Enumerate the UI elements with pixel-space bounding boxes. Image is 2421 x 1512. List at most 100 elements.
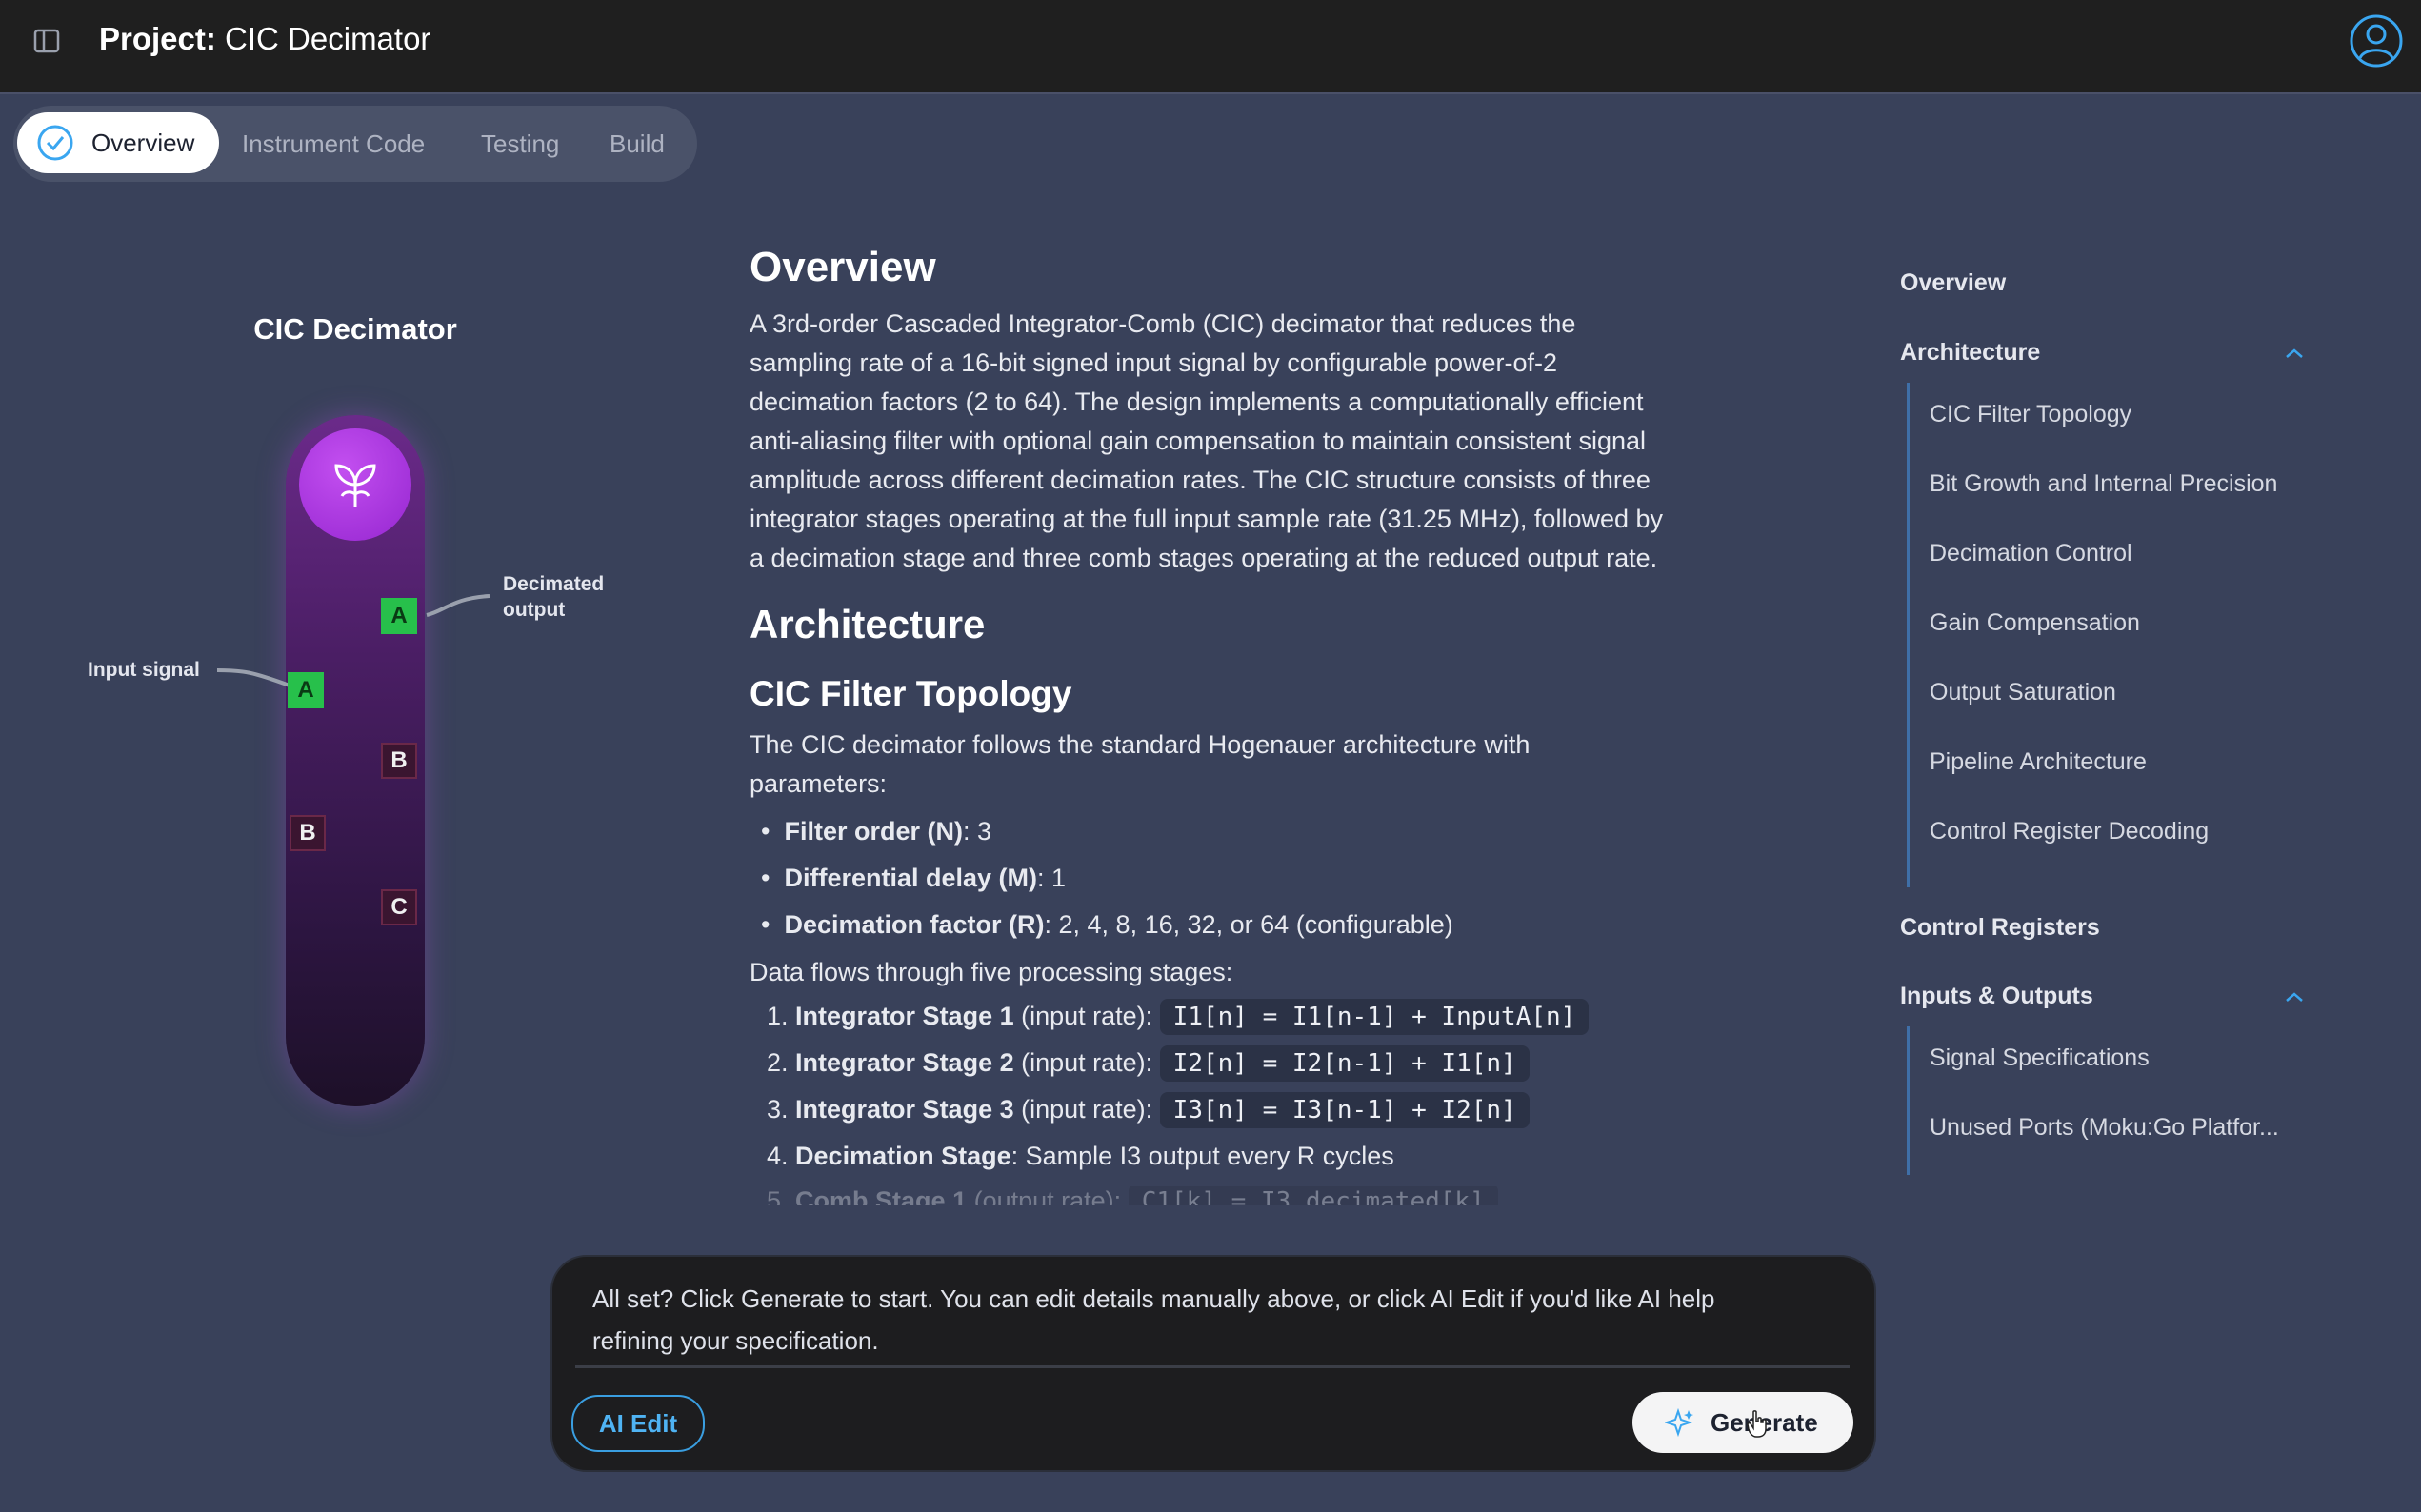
list-item: • Filter order (N): 3 <box>761 817 992 846</box>
paragraph-line: integrator stages operating at the full … <box>750 505 1664 533</box>
decimated-output-label: Decimated output <box>503 571 604 623</box>
toc-item[interactable]: Signal Specifications <box>1930 1044 2150 1072</box>
toc-control-registers[interactable]: Control Registers <box>1900 914 2100 942</box>
tab-bar: Overview Instrument Code Testing Build <box>13 106 697 182</box>
list-item: 5. Comb Stage 1 (output rate): C1[k] = I… <box>767 1186 1498 1205</box>
instrument-logo <box>299 428 411 541</box>
toc-section-line <box>1907 1026 1910 1175</box>
bullet-label: Differential delay (M) <box>784 864 1038 892</box>
stage-label: Decimation Stage <box>795 1142 1011 1170</box>
paragraph-line: decimation factors (2 to 64). The design… <box>750 388 1644 416</box>
check-circle-icon <box>37 125 73 161</box>
stage-rest: (input rate): <box>1013 1095 1160 1124</box>
output-port-b: B <box>381 743 417 779</box>
input-wire <box>216 668 290 687</box>
architecture-heading: Architecture <box>750 602 986 647</box>
stage-number: 2. <box>767 1048 789 1077</box>
topology-heading: CIC Filter Topology <box>750 674 1072 713</box>
stage-number: 4. <box>767 1142 789 1170</box>
output-label-line: output <box>503 599 566 621</box>
list-item: 4. Decimation Stage: Sample I3 output ev… <box>767 1142 1394 1171</box>
output-port-a: A <box>381 598 417 634</box>
toc-overview[interactable]: Overview <box>1900 269 2006 297</box>
toc-inputs-outputs[interactable]: Inputs & Outputs <box>1900 983 2093 1010</box>
stage-code: I2[n] = I2[n-1] + I1[n] <box>1159 1045 1530 1082</box>
tab-instrument-code[interactable]: Instrument Code <box>242 106 425 182</box>
overview-paragraph: A 3rd-order Cascaded Integrator-Comb (CI… <box>750 305 1663 578</box>
paragraph-line: sampling rate of a 16-bit signed input s… <box>750 348 1557 377</box>
toc-architecture[interactable]: Architecture <box>1900 339 2040 367</box>
hand-cursor-icon <box>1747 1410 1767 1438</box>
sparkle-icon <box>1665 1407 1693 1438</box>
project-title: Project: CIC Decimator <box>99 21 430 57</box>
project-name: CIC Decimator <box>225 21 431 56</box>
stage-code: C1[k] = I3_decimated[k] <box>1128 1186 1498 1205</box>
tab-build[interactable]: Build <box>610 106 665 182</box>
tab-testing[interactable]: Testing <box>481 106 559 182</box>
bullet-label: Filter order (N) <box>784 817 963 846</box>
stage-label: Comb Stage 1 <box>795 1186 968 1205</box>
toc-section-line <box>1907 383 1910 887</box>
input-port-b: B <box>290 815 326 851</box>
toc-item[interactable]: Unused Ports (Moku:Go Platfor... <box>1930 1114 2279 1142</box>
stage-rest: (input rate): <box>1013 1048 1160 1077</box>
stage-rest: : Sample I3 output every R cycles <box>1010 1142 1394 1170</box>
paragraph-line: The CIC decimator follows the standard H… <box>750 730 1531 759</box>
paragraph-line: parameters: <box>750 769 888 798</box>
list-item: 1. Integrator Stage 1 (input rate): I1[n… <box>767 999 1590 1035</box>
list-item: • Decimation factor (R): 2, 4, 8, 16, 32… <box>761 910 1453 939</box>
paragraph-line: A 3rd-order Cascaded Integrator-Comb (CI… <box>750 309 1576 338</box>
bullet-value: : 3 <box>962 817 992 846</box>
toc-item[interactable]: Gain Compensation <box>1930 609 2140 637</box>
paragraph-line: a decimation stage and three comb stages… <box>750 544 1658 572</box>
list-item: 2. Integrator Stage 2 (input rate): I2[n… <box>767 1045 1530 1082</box>
toc-item[interactable]: Pipeline Architecture <box>1930 748 2147 776</box>
toc-item[interactable]: Control Register Decoding <box>1930 818 2209 846</box>
sprout-icon <box>334 464 376 507</box>
bullet-value: : 2, 4, 8, 16, 32, or 64 (configurable) <box>1044 910 1453 939</box>
stage-label: Integrator Stage 2 <box>795 1048 1014 1077</box>
prompt-message: All set? Click Generate to start. You ca… <box>592 1278 1831 1362</box>
paragraph-line: amplitude across different decimation ra… <box>750 466 1651 494</box>
stage-rest: (input rate): <box>1013 1002 1160 1030</box>
stage-number: 1. <box>767 1002 789 1030</box>
paragraph-line: anti-aliasing filter with optional gain … <box>750 427 1647 455</box>
tab-overview[interactable]: Overview <box>17 112 219 173</box>
project-prefix: Project: <box>99 21 216 56</box>
tab-label: Overview <box>91 129 195 157</box>
generate-button[interactable]: Generate <box>1632 1392 1853 1453</box>
chevron-up-icon[interactable] <box>2284 347 2305 360</box>
prompt-line: refining your specification. <box>592 1326 879 1355</box>
output-wire <box>426 594 490 617</box>
bullet-value: : 1 <box>1037 864 1067 892</box>
bullet-label: Decimation factor (R) <box>784 910 1045 939</box>
sidebar-toggle-icon[interactable] <box>32 27 61 55</box>
chevron-up-icon[interactable] <box>2284 990 2305 1004</box>
stage-label: Integrator Stage 1 <box>795 1002 1014 1030</box>
input-port-a: A <box>288 672 324 708</box>
list-item: • Differential delay (M): 1 <box>761 864 1067 892</box>
user-account-icon[interactable] <box>2349 13 2404 69</box>
top-bar: Project: CIC Decimator <box>0 0 2421 94</box>
output-port-c: C <box>381 889 417 925</box>
input-signal-label: Input signal <box>88 659 200 681</box>
ai-edit-button[interactable]: AI Edit <box>571 1395 705 1452</box>
list-item: 3. Integrator Stage 3 (input rate): I3[n… <box>767 1092 1530 1128</box>
stage-label: Integrator Stage 3 <box>795 1095 1014 1124</box>
overview-heading: Overview <box>750 244 936 290</box>
stage-number: 3. <box>767 1095 789 1124</box>
output-label-line: Decimated <box>503 573 605 595</box>
toc-item[interactable]: Output Saturation <box>1930 679 2116 706</box>
divider <box>575 1365 1850 1368</box>
stage-number: 5. <box>767 1186 789 1205</box>
stage-code: I3[n] = I3[n-1] + I2[n] <box>1159 1092 1530 1128</box>
topology-paragraph: The CIC decimator follows the standard H… <box>750 726 1530 804</box>
generate-prompt-panel: All set? Click Generate to start. You ca… <box>550 1255 1876 1472</box>
stage-rest: (output rate): <box>967 1186 1129 1205</box>
stage-code: I1[n] = I1[n-1] + InputA[n] <box>1159 999 1590 1035</box>
diagram-title: CIC Decimator <box>253 312 457 346</box>
toc-item[interactable]: Decimation Control <box>1930 540 2132 567</box>
toc-item[interactable]: Bit Growth and Internal Precision <box>1930 470 2277 498</box>
toc-item[interactable]: CIC Filter Topology <box>1930 401 2131 428</box>
flow-intro: Data flows through five processing stage… <box>750 958 1233 986</box>
